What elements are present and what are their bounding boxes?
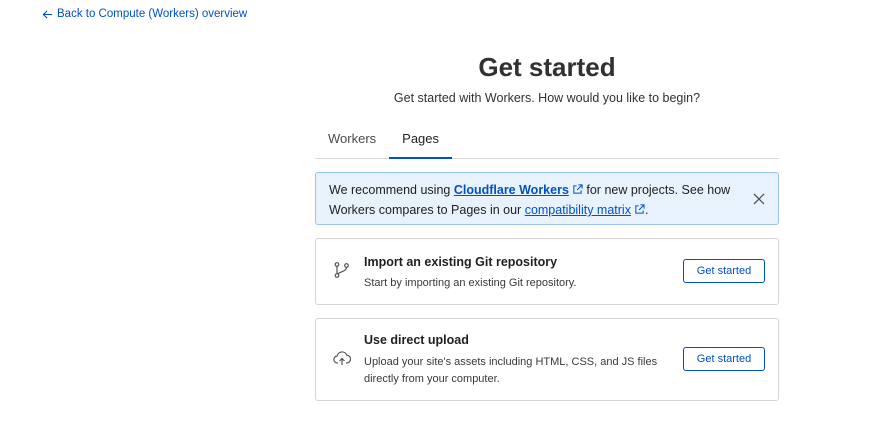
tab-workers[interactable]: Workers: [315, 124, 389, 157]
cloudflare-workers-link-label: Cloudflare Workers: [453, 183, 569, 197]
back-link[interactable]: Back to Compute (Workers) overview: [42, 8, 247, 20]
tab-pages[interactable]: Pages: [389, 124, 453, 159]
git-branch-icon: [334, 262, 349, 278]
import-git-card: Import an existing Git repository Start …: [315, 238, 779, 305]
banner-text: We recommend using Cloudflare Workers fo…: [329, 180, 744, 220]
banner-text-before: We recommend using: [329, 183, 454, 197]
tab-bar: Workers Pages: [315, 124, 779, 159]
direct-upload-get-started-button[interactable]: Get started: [683, 347, 765, 371]
import-git-get-started-button[interactable]: Get started: [683, 259, 765, 283]
close-icon[interactable]: [752, 192, 766, 206]
card-title: Use direct upload: [364, 333, 469, 347]
card-title: Import an existing Git repository: [364, 255, 558, 269]
compatibility-matrix-link-label: compatibility matrix: [524, 203, 631, 217]
banner-text-after: .: [644, 203, 649, 217]
cloud-upload-icon: [333, 351, 351, 365]
cloudflare-workers-link[interactable]: Cloudflare Workers: [454, 183, 569, 197]
compatibility-matrix-link[interactable]: compatibility matrix: [525, 203, 631, 217]
back-link-label: Back to Compute (Workers) overview: [57, 8, 248, 20]
page-subtitle: Get started with Workers. How would you …: [393, 91, 701, 105]
external-link-icon: [573, 184, 583, 194]
arrow-left-icon: [42, 9, 53, 19]
card-description: Start by importing an existing Git repos…: [364, 277, 577, 289]
page-title: Get started: [478, 52, 616, 82]
direct-upload-card: Use direct upload Upload your site's ass…: [315, 318, 779, 401]
card-description: Upload your site's assets including HTML…: [364, 356, 658, 385]
external-link-icon: [635, 204, 645, 214]
recommendation-banner: We recommend using Cloudflare Workers fo…: [315, 172, 779, 225]
